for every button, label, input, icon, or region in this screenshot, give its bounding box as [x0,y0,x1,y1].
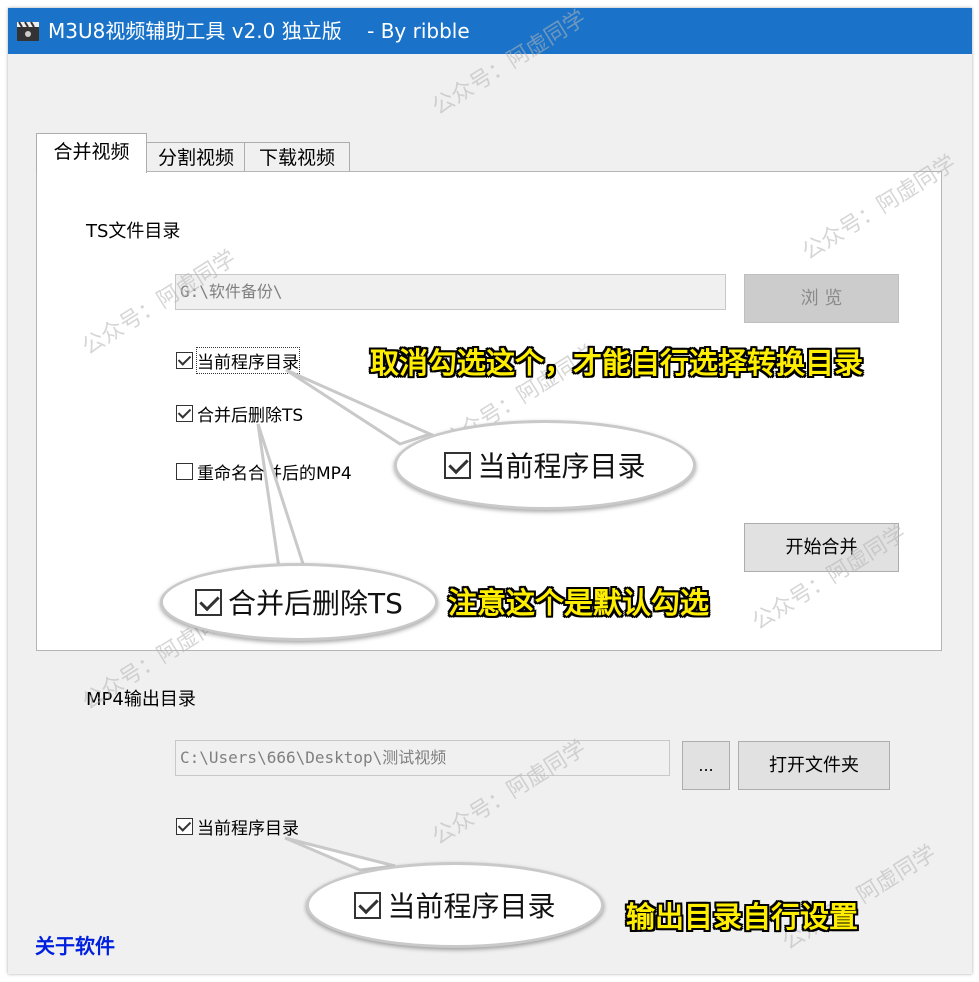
delete-ts-checkbox[interactable]: 合并后删除TS [176,401,303,426]
callout-text: 当前程序目录 [477,450,646,483]
callout-content: 当前程序目录 [354,885,556,925]
rename-mp4-checkbox-label: 重命名合并后的MP4 [197,464,352,484]
browse-button[interactable]: 浏 览 [744,274,899,323]
window-title: M3U8视频辅助工具 v2.0 独立版 - By ribble [48,19,470,43]
annotation-note: 注意这个是默认勾选 [448,586,710,620]
checkbox-box[interactable] [176,463,193,480]
callout-content: 合并后删除TS [195,582,403,622]
checkbox-box[interactable] [176,818,193,835]
output-current-dir-checkbox[interactable]: 当前程序目录 [176,814,299,839]
checkbox-icon [354,891,382,919]
open-folder-button[interactable]: 打开文件夹 [738,741,890,790]
callout-content: 当前程序目录 [444,445,646,485]
rename-mp4-checkbox[interactable]: 重命名合并后的MP4 [176,459,352,484]
ts-dir-label: TS文件目录 [86,221,181,242]
annotation-note: 输出目录自行设置 [626,900,859,934]
title-bar: M3U8视频辅助工具 v2.0 独立版 - By ribble [8,8,972,54]
ts-dir-input[interactable]: G:\软件备份\ [175,274,726,310]
browse-dots-button[interactable]: ... [682,741,730,790]
current-dir-checkbox-label: 当前程序目录 [196,347,300,374]
tab-merge-video[interactable]: 合并视频 [36,133,147,173]
output-dir-input[interactable]: C:\Users\666\Desktop\测试视频 [175,740,670,776]
current-dir-checkbox[interactable]: 当前程序目录 [176,347,300,374]
delete-ts-checkbox-label: 合并后删除TS [197,406,304,426]
callout-text: 合并后删除TS [228,587,403,620]
about-software-link[interactable]: 关于软件 [35,930,115,959]
callout-bubble-current-dir: 当前程序目录 [394,420,696,510]
tab-download-video[interactable]: 下载视频 [244,142,350,174]
checkbox-icon [444,451,472,479]
output-current-dir-checkbox-label: 当前程序目录 [197,819,299,839]
clapperboard-icon [17,21,39,41]
checkbox-box[interactable] [176,405,193,422]
tab-split-video[interactable]: 分割视频 [146,142,246,174]
callout-text: 当前程序目录 [387,890,556,923]
annotation-note: 取消勾选这个，才能自行选择转换目录 [370,346,864,380]
checkbox-box[interactable] [176,352,193,369]
callout-bubble-output-dir: 当前程序目录 [306,862,604,948]
callout-bubble-delete-ts: 合并后删除TS [160,563,438,641]
checkbox-icon [195,588,223,616]
